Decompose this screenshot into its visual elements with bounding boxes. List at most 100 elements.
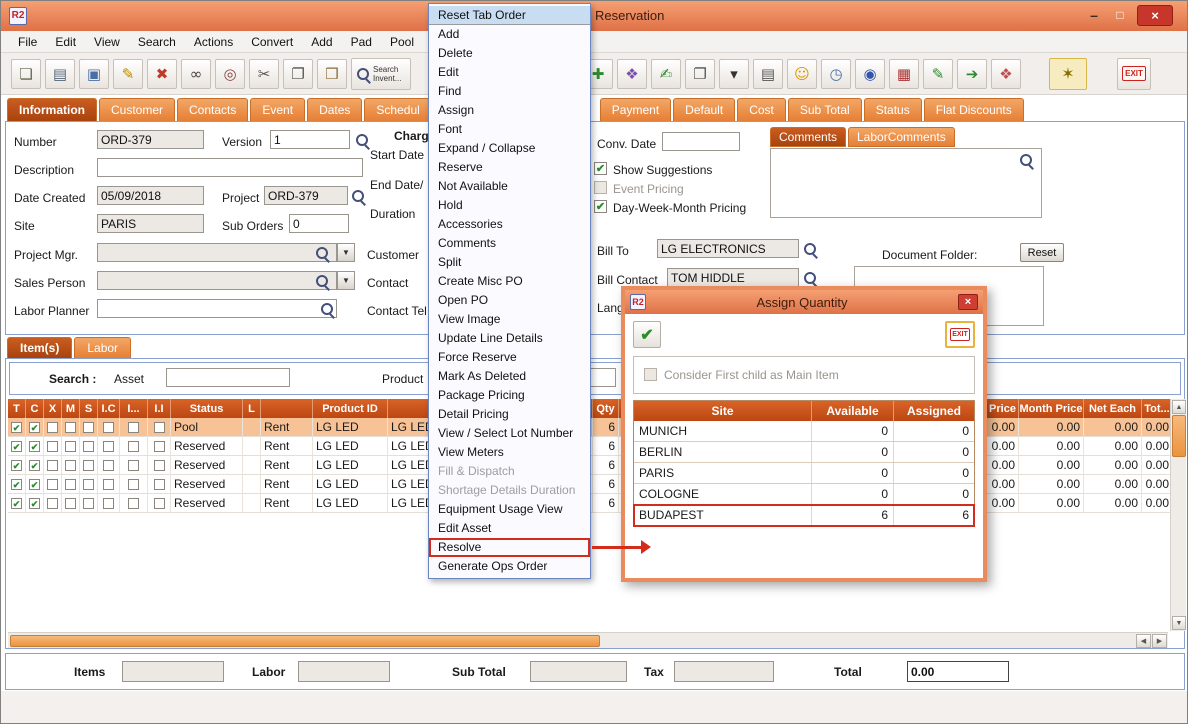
tab-labor-comments[interactable]: LaborComments <box>848 127 955 147</box>
context-menu-item[interactable]: Resolve <box>429 538 590 557</box>
row-checkbox-c[interactable] <box>26 437 44 455</box>
menubar-item[interactable]: File <box>9 33 46 51</box>
binoculars-find-button[interactable]: ∞ <box>181 59 211 89</box>
reset-button[interactable]: Reset <box>1020 243 1064 262</box>
row-checkbox-i[interactable] <box>120 456 148 474</box>
sub-total-field[interactable] <box>530 661 627 682</box>
duplicate-cards-button[interactable]: ❐ <box>685 59 715 89</box>
date-created-field[interactable] <box>97 186 204 205</box>
row-checkbox-x[interactable] <box>44 418 62 436</box>
row-checkbox-t[interactable] <box>8 418 26 436</box>
description-field[interactable] <box>97 158 363 177</box>
sales-person-search-icon[interactable] <box>314 273 330 289</box>
bill-contact-field[interactable] <box>667 268 799 287</box>
row-checkbox-m[interactable] <box>62 437 80 455</box>
row-checkbox-ii[interactable] <box>148 475 171 493</box>
context-menu-item[interactable]: Mark As Deleted <box>429 367 590 386</box>
row-checkbox-c[interactable] <box>26 456 44 474</box>
main-tab[interactable]: Payment <box>600 98 671 121</box>
row-checkbox-ic[interactable] <box>98 437 120 455</box>
smiley-button[interactable]: ☺ <box>787 59 817 89</box>
new-document-button[interactable]: ❏ <box>11 59 41 89</box>
context-menu-item[interactable]: Edit <box>429 63 590 82</box>
site-table-row[interactable]: PARIS 0 0 <box>634 463 974 484</box>
row-checkbox-s[interactable] <box>80 494 98 512</box>
paste-button[interactable]: ❒ <box>317 59 347 89</box>
edit-pencil-button[interactable]: ✎ <box>113 59 143 89</box>
show-suggestions-checkbox[interactable]: ✔ <box>594 162 607 175</box>
context-menu-item[interactable]: Comments <box>429 234 590 253</box>
main-tab[interactable]: Default <box>673 98 735 121</box>
row-checkbox-t[interactable] <box>8 494 26 512</box>
context-menu-item[interactable]: Equipment Usage View <box>429 500 590 519</box>
horizontal-scrollbar[interactable]: ◀ ▶ <box>8 632 1168 648</box>
horizontal-scroll-thumb[interactable] <box>10 635 600 647</box>
menubar-item[interactable]: Add <box>302 33 341 51</box>
context-menu-item[interactable]: Shortage Details Duration <box>429 481 590 500</box>
context-menu-item[interactable]: Package Pricing <box>429 386 590 405</box>
context-menu-item[interactable]: View Image <box>429 310 590 329</box>
row-checkbox-ii[interactable] <box>148 418 171 436</box>
project-search-icon[interactable] <box>350 188 366 204</box>
row-checkbox-x[interactable] <box>44 456 62 474</box>
sub-orders-field[interactable] <box>289 214 349 233</box>
context-menu-item[interactable]: Edit Asset <box>429 519 590 538</box>
row-checkbox-x[interactable] <box>44 494 62 512</box>
row-checkbox-c[interactable] <box>26 475 44 493</box>
context-menu-item[interactable]: Fill & Dispatch <box>429 462 590 481</box>
row-checkbox-s[interactable] <box>80 437 98 455</box>
menubar-item[interactable]: Convert <box>242 33 302 51</box>
menubar-item[interactable]: Edit <box>46 33 85 51</box>
site-table-row[interactable]: BUDAPEST 6 6 <box>634 505 974 526</box>
minimize-button[interactable]: – <box>1083 5 1105 25</box>
magic-wand-button[interactable]: ✶ <box>1049 58 1087 90</box>
tax-field[interactable] <box>674 661 774 682</box>
context-menu-item[interactable]: Update Line Details <box>429 329 590 348</box>
row-checkbox-ic[interactable] <box>98 418 120 436</box>
context-menu-item[interactable]: Reserve <box>429 158 590 177</box>
context-menu-item[interactable]: View / Select Lot Number <box>429 424 590 443</box>
main-tab[interactable]: Cost <box>737 98 786 121</box>
row-checkbox-i[interactable] <box>120 418 148 436</box>
site-table-row[interactable]: MUNICH 0 0 <box>634 421 974 442</box>
menubar-item[interactable]: View <box>85 33 129 51</box>
tab-comments[interactable]: Comments <box>770 127 846 147</box>
context-menu-item[interactable]: Detail Pricing <box>429 405 590 424</box>
sales-person-dropdown[interactable]: ▼ <box>337 271 355 290</box>
main-tab[interactable]: Event <box>250 98 305 121</box>
row-checkbox-ic[interactable] <box>98 494 120 512</box>
row-checkbox-ic[interactable] <box>98 475 120 493</box>
number-field[interactable] <box>97 130 204 149</box>
exit-button[interactable]: EXIT <box>1117 58 1151 90</box>
project-mgr-search-icon[interactable] <box>314 245 330 261</box>
save-all-button[interactable]: ◉ <box>855 59 885 89</box>
vertical-scroll-thumb[interactable] <box>1172 415 1186 457</box>
project-field[interactable] <box>264 186 348 205</box>
row-checkbox-m[interactable] <box>62 418 80 436</box>
row-checkbox-i[interactable] <box>120 494 148 512</box>
comments-search-icon[interactable] <box>1018 152 1034 168</box>
items-tab[interactable]: Labor <box>74 337 131 358</box>
row-checkbox-i[interactable] <box>120 437 148 455</box>
dialog-exit-button[interactable]: EXIT <box>945 321 975 348</box>
scroll-down-arrow[interactable]: ▼ <box>1172 616 1186 630</box>
labor-planner-search-icon[interactable] <box>319 301 335 317</box>
menubar-item[interactable]: Actions <box>185 33 242 51</box>
grand-total-field[interactable] <box>907 661 1009 682</box>
context-menu-item[interactable]: Split <box>429 253 590 272</box>
context-menu-item[interactable]: Not Available <box>429 177 590 196</box>
print-button[interactable]: ▤ <box>45 59 75 89</box>
row-checkbox-m[interactable] <box>62 456 80 474</box>
bill-to-field[interactable] <box>657 239 799 258</box>
asset-search-input[interactable] <box>166 368 290 387</box>
row-checkbox-s[interactable] <box>80 475 98 493</box>
main-tab[interactable]: Contacts <box>177 98 248 121</box>
edit-note-button[interactable]: ✍ <box>651 59 681 89</box>
site-table-row[interactable]: BERLIN 0 0 <box>634 442 974 463</box>
comments-textarea[interactable] <box>770 148 1042 218</box>
scroll-up-arrow[interactable]: ▲ <box>1172 400 1186 414</box>
colored-balls-button[interactable]: ❖ <box>991 59 1021 89</box>
row-checkbox-s[interactable] <box>80 456 98 474</box>
row-checkbox-t[interactable] <box>8 475 26 493</box>
main-tab[interactable]: Status <box>864 98 922 121</box>
